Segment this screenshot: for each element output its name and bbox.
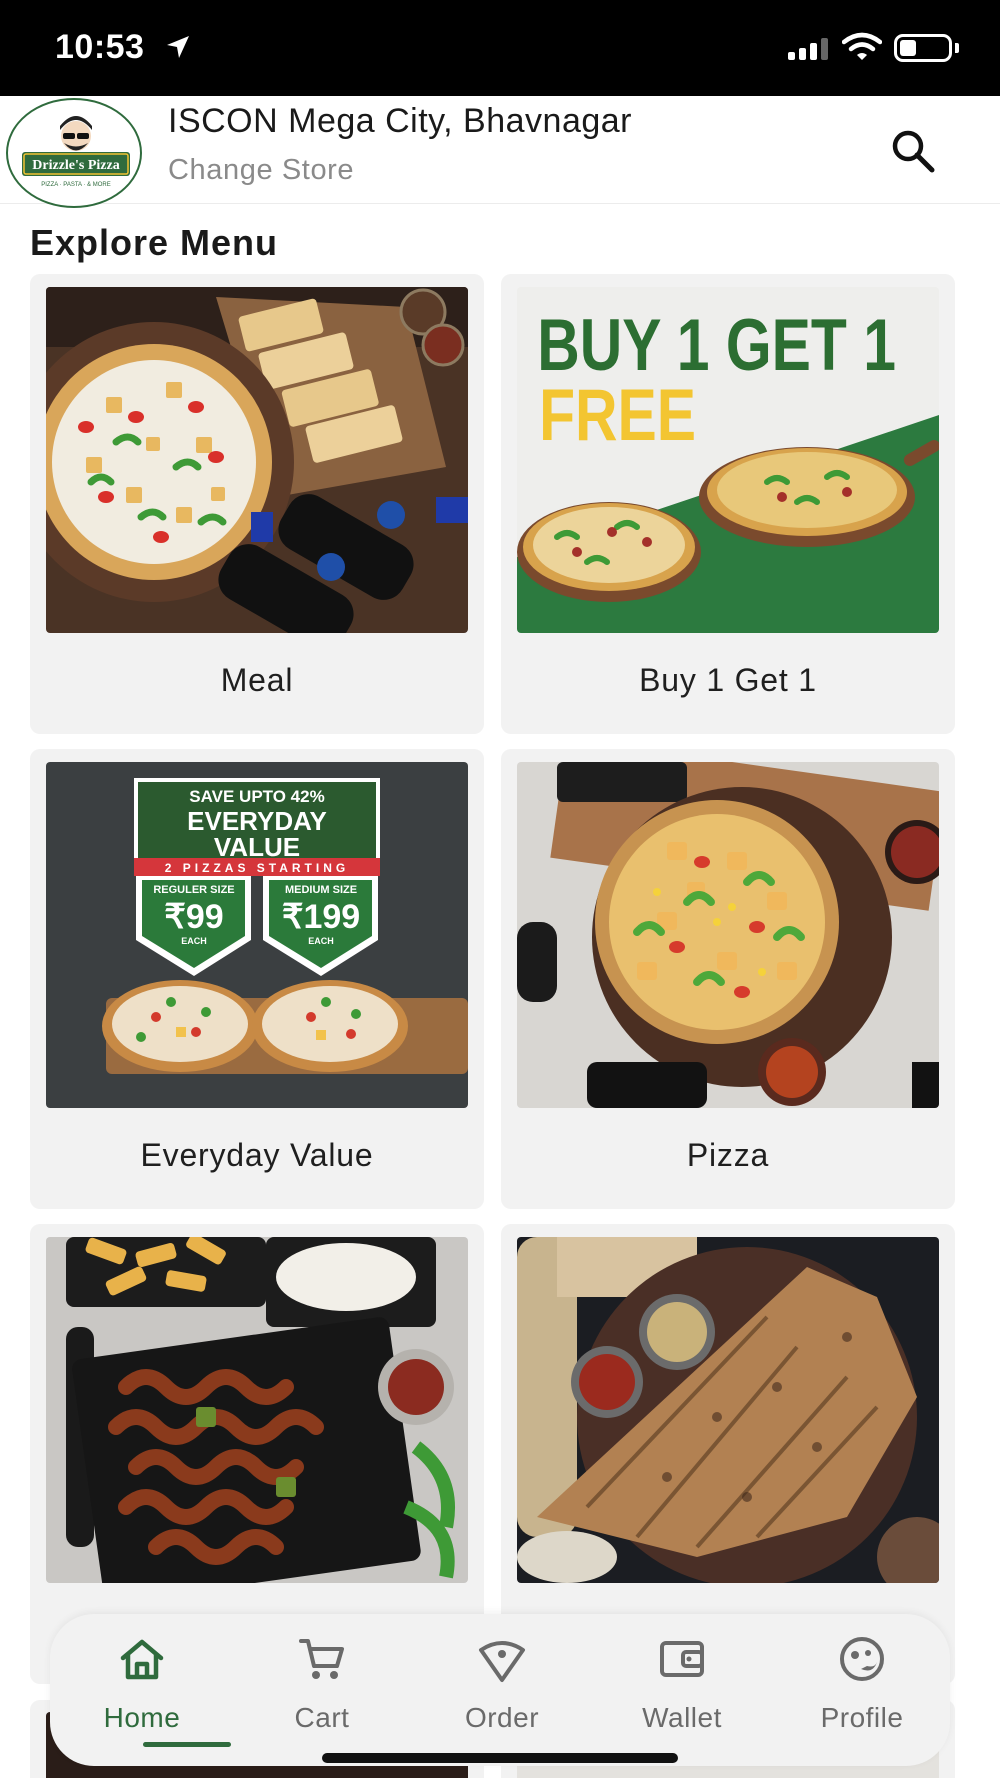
- nav-wallet-label: Wallet: [642, 1702, 722, 1733]
- menu-card-buy-1-get-1[interactable]: BUY 1 GET 1 FREE Buy 1 Get 1: [501, 274, 955, 734]
- promo-top-text: SAVE UPTO 42%: [189, 787, 324, 806]
- price-2-size: MEDIUM SIZE: [285, 884, 357, 896]
- nav-order-label: Order: [464, 1702, 540, 1733]
- pizza-image: [517, 762, 939, 1108]
- store-header: Drizzle's Pizza PIZZA · PASTA · & MORE I…: [0, 96, 1000, 208]
- nav-cart[interactable]: Cart: [232, 1614, 412, 1766]
- menu-card-everyday-value[interactable]: SAVE UPTO 42% EVERYDAY VALUE 2 PIZZAS ST…: [30, 749, 484, 1209]
- cellular-signal-icon: [788, 36, 828, 60]
- logo-text: Drizzle's Pizza: [32, 158, 119, 173]
- change-store-link[interactable]: Change Store: [168, 154, 354, 187]
- nav-home-label: Home: [103, 1702, 181, 1733]
- status-bar: 10:53: [0, 0, 1000, 96]
- wifi-icon: [842, 32, 882, 60]
- menu-card-label: Meal: [220, 662, 294, 698]
- home-indicator: [322, 1753, 678, 1763]
- nav-profile-label: Profile: [820, 1702, 904, 1733]
- location-arrow-icon: [167, 36, 189, 58]
- status-time: 10:53: [55, 28, 145, 66]
- cart-icon: [299, 1639, 344, 1679]
- bogo-banner-line2: FREE: [539, 375, 696, 457]
- nav-profile[interactable]: Profile: [772, 1614, 952, 1766]
- section-title: Explore Menu: [30, 222, 279, 263]
- menu-card-meal[interactable]: Meal: [30, 274, 484, 734]
- profile-icon: [840, 1637, 884, 1681]
- price-1: ₹99: [164, 898, 223, 936]
- promo-title-2: VALUE: [214, 832, 300, 862]
- app-screen: 10:53 Drizzle's Pizza PIZZA · PASTA · & …: [0, 0, 1000, 1778]
- buy-one-get-one-image: BUY 1 GET 1 FREE: [517, 287, 939, 633]
- wallet-icon: [660, 1641, 704, 1677]
- calzone-image: [517, 1237, 939, 1583]
- svg-text:PIZZA · PASTA · & MORE: PIZZA · PASTA · & MORE: [41, 182, 110, 188]
- price-1-each: EACH: [181, 936, 207, 946]
- promo-strip: 2 PIZZAS STARTING: [165, 861, 349, 875]
- order-icon: [479, 1641, 525, 1682]
- nav-wallet[interactable]: Wallet: [592, 1614, 772, 1766]
- pasta-image: [46, 1237, 468, 1583]
- brand-logo-graphic: Drizzle's Pizza PIZZA · PASTA · & MORE: [22, 116, 130, 188]
- everyday-value-image: SAVE UPTO 42% EVERYDAY VALUE 2 PIZZAS ST…: [46, 762, 468, 1108]
- nav-cart-label: Cart: [294, 1702, 350, 1733]
- battery-icon: [894, 34, 952, 62]
- nav-active-indicator: [143, 1742, 231, 1747]
- menu-card-label: Everyday Value: [140, 1137, 374, 1173]
- home-icon: [120, 1639, 164, 1680]
- search-icon[interactable]: [886, 124, 940, 178]
- price-2: ₹199: [282, 898, 360, 936]
- price-2-each: EACH: [308, 936, 334, 946]
- nav-order[interactable]: Order: [412, 1614, 592, 1766]
- menu-card-pizza[interactable]: Pizza: [501, 749, 955, 1209]
- meal-combo-image: [46, 287, 468, 633]
- price-1-size: REGULER SIZE: [153, 884, 234, 896]
- store-name[interactable]: ISCON Mega City, Bhavnagar: [168, 102, 632, 141]
- menu-card-label: Pizza: [686, 1137, 770, 1173]
- menu-card-label: Buy 1 Get 1: [639, 662, 817, 698]
- brand-logo[interactable]: Drizzle's Pizza PIZZA · PASTA · & MORE: [6, 98, 142, 208]
- battery-tip: [955, 43, 959, 53]
- bottom-nav: Home Cart Order Wallet Profile: [50, 1614, 950, 1766]
